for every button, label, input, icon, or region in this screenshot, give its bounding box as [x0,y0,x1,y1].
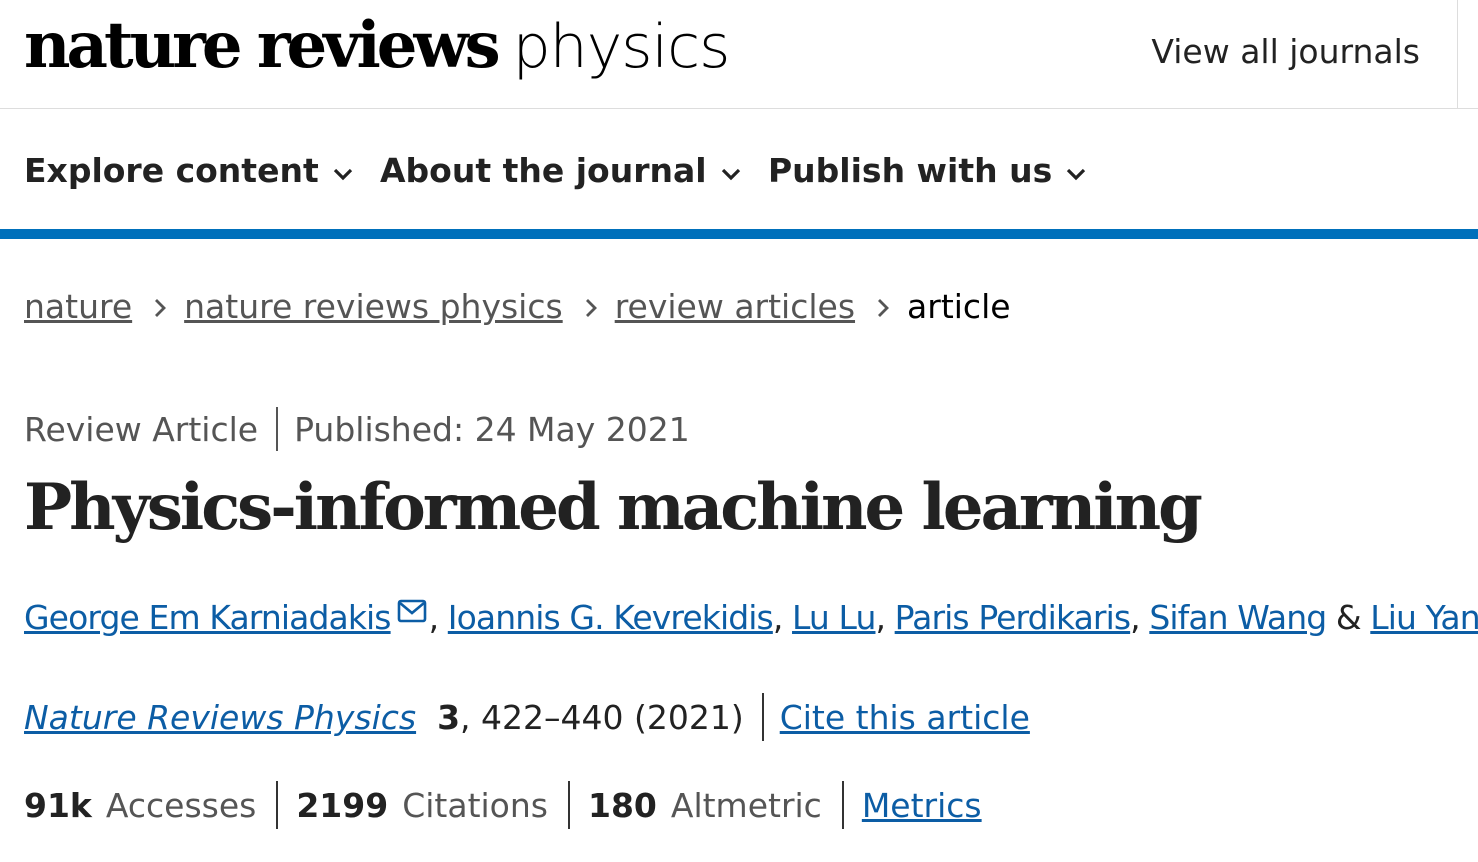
citation-line: Nature Reviews Physics 3, 422–440 (2021)… [24,692,1030,741]
author-link[interactable]: Sifan Wang [1149,598,1327,637]
chevron-right-icon [585,287,597,326]
journal-logo[interactable]: nature reviews physics [24,8,731,83]
author-link[interactable]: Lu Lu [792,598,876,637]
author-separator: , [428,598,448,637]
meta-divider [276,406,279,451]
article-type: Review Article [24,410,259,449]
article-meta: Review Article Published: 24 May 2021 [24,406,690,451]
nav-about-journal[interactable]: About the journal [380,151,741,190]
citations-count: 2199 [296,786,389,825]
author-separator: , [875,598,895,637]
volume-number: 3 [437,698,461,737]
breadcrumb-current: article [907,287,1011,326]
nav-accent-bar [0,229,1478,239]
cite-this-article-link[interactable]: Cite this article [780,698,1030,737]
chevron-down-icon [1066,150,1086,189]
author-link[interactable]: George Em Karniadakis [24,598,392,637]
breadcrumb: nature nature reviews physics review artic… [24,287,1011,326]
article-title: Physics-informed machine learning [24,470,1203,545]
author-link[interactable]: Paris Perdikaris [895,598,1131,637]
chevron-down-icon [721,150,741,189]
chevron-right-icon [154,287,167,326]
metrics-divider [567,780,570,829]
author-link[interactable]: Ioannis G. Kevrekidis [448,598,774,637]
accesses-label: Accesses [105,786,257,825]
nav-publish-with-us[interactable]: Publish with us [768,151,1086,190]
mail-icon[interactable] [397,592,427,631]
author-separator: , [1130,598,1150,637]
author-and: & [1326,598,1371,637]
author-list: George Em Karniadakis, Ioannis G. Kevrek… [24,598,1478,637]
view-all-journals-link[interactable]: View all journals [1151,32,1420,71]
breadcrumb-nature-reviews-physics[interactable]: nature reviews physics [184,287,563,326]
nav-label: Publish with us [768,151,1053,190]
nav-label: About the journal [380,151,707,190]
breadcrumb-nature[interactable]: nature [24,287,132,326]
altmetric-score: 180 [587,786,657,825]
logo-bold-text: nature reviews [24,8,501,83]
author-separator: , [772,598,793,637]
journal-name-link[interactable]: Nature Reviews Physics [24,698,416,737]
breadcrumb-review-articles[interactable]: review articles [615,287,855,326]
metrics-bar: 91k Accesses 2199 Citations 180 Altmetric Metr… [24,780,982,829]
altmetric-label: Altmetric [670,786,822,825]
accesses-count: 91k [24,786,92,825]
header-divider [1457,0,1458,108]
citation-divider [761,692,764,741]
citations-label: Citations [402,786,548,825]
metrics-link[interactable]: Metrics [862,786,982,825]
chevron-right-icon [877,287,890,326]
metrics-divider [841,780,844,829]
chevron-down-icon [333,150,353,189]
site-header: nature reviews physics View all journals [0,0,1478,109]
author-link[interactable]: Liu Yang [1370,598,1478,637]
logo-light-text: physics [512,12,731,82]
nav-label: Explore content [24,151,319,190]
metrics-divider [276,780,279,829]
main-nav: Explore content About the journal Publis… [0,109,1478,229]
pages-year: , 422–440 (2021) [460,698,744,737]
nav-explore-content[interactable]: Explore content [24,151,353,190]
publish-date: Published: 24 May 2021 [294,410,690,449]
